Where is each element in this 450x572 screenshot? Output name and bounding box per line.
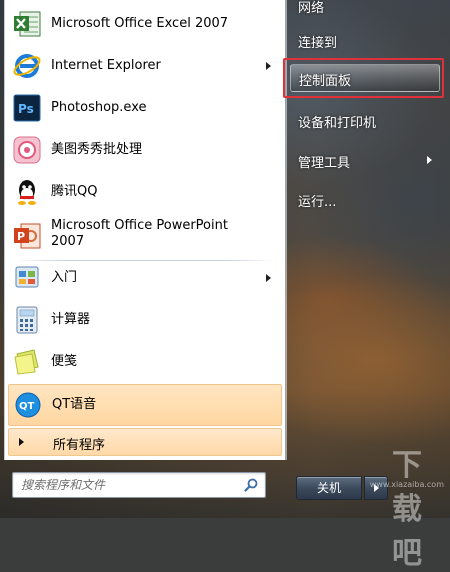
- program-label: Microsoft Office Excel 2007: [51, 16, 229, 31]
- right-item-devices-printers[interactable]: 设备和打印机: [290, 106, 440, 134]
- svg-text:P: P: [17, 230, 25, 243]
- program-label: 美图秀秀批处理: [51, 142, 143, 157]
- right-item-label: 连接到: [298, 36, 338, 51]
- right-item-admin-tools[interactable]: 管理工具: [290, 146, 440, 174]
- program-label: Photoshop.exe: [51, 100, 147, 115]
- sticky-notes-icon: [11, 346, 43, 378]
- powerpoint-icon: P: [11, 220, 43, 252]
- qt-voice-icon: QT: [12, 389, 44, 421]
- right-item-run[interactable]: 运行...: [290, 185, 440, 213]
- annotation-highlight-box: [283, 58, 444, 98]
- all-programs-button[interactable]: 所有程序: [8, 428, 282, 456]
- qq-icon: [11, 176, 43, 208]
- program-label-line1: Microsoft Office PowerPoint: [51, 218, 228, 233]
- program-photoshop[interactable]: Ps Photoshop.exe: [5, 88, 281, 128]
- search-box[interactable]: [12, 472, 266, 498]
- right-item-label: 管理工具: [298, 156, 351, 171]
- all-programs-label: 所有程序: [53, 438, 106, 453]
- watermark-url: www.xiazaiba.com: [369, 480, 444, 489]
- svg-text:Ps: Ps: [18, 102, 34, 116]
- submenu-arrow-icon[interactable]: [427, 156, 432, 164]
- program-internet-explorer[interactable]: Internet Explorer: [5, 46, 281, 86]
- calculator-icon: [11, 304, 43, 336]
- watermark: 下载吧 www.xiazaiba.com: [370, 440, 448, 571]
- shutdown-label: 关机: [316, 481, 341, 495]
- right-item-label: 运行...: [298, 195, 337, 210]
- program-sticky-notes[interactable]: 便笺: [5, 342, 281, 382]
- program-calculator[interactable]: 计算器: [5, 300, 281, 340]
- program-excel[interactable]: Microsoft Office Excel 2007: [5, 4, 281, 44]
- meitu-icon: [11, 134, 43, 166]
- program-label: 便笺: [51, 354, 78, 369]
- watermark-text: 下载吧: [392, 448, 422, 571]
- ie-icon: [11, 50, 43, 82]
- shutdown-button[interactable]: 关机: [296, 476, 362, 500]
- svg-text:QT: QT: [19, 401, 35, 412]
- search-input[interactable]: [19, 475, 235, 495]
- photoshop-icon: Ps: [11, 92, 43, 124]
- program-tencent-qq[interactable]: 腾讯QQ: [5, 172, 281, 212]
- program-label: QT语音: [52, 397, 97, 412]
- program-getting-started[interactable]: 入门: [5, 258, 281, 298]
- program-label: Internet Explorer: [51, 58, 161, 73]
- search-icon[interactable]: [243, 477, 259, 493]
- right-item-label: 设备和打印机: [298, 116, 377, 131]
- submenu-arrow-icon[interactable]: [266, 62, 271, 70]
- program-meitu-batch[interactable]: 美图秀秀批处理: [5, 130, 281, 170]
- right-item-label: 网络: [298, 1, 325, 16]
- start-menu-programs-panel: Microsoft Office Excel 2007 Internet Exp…: [4, 0, 286, 460]
- program-label: Microsoft Office PowerPoint 2007: [51, 218, 228, 250]
- right-item-connect-to[interactable]: 连接到: [290, 26, 440, 54]
- all-programs-arrow-icon: [19, 438, 24, 446]
- program-label: 腾讯QQ: [51, 184, 98, 199]
- program-qt-voice[interactable]: QT QT语音: [8, 384, 282, 426]
- right-item-network[interactable]: 网络: [290, 0, 440, 19]
- program-powerpoint[interactable]: P Microsoft Office PowerPoint 2007: [5, 214, 281, 258]
- program-label: 计算器: [51, 312, 91, 327]
- excel-icon: [11, 8, 43, 40]
- getting-started-icon: [11, 262, 43, 294]
- program-label-line2: 2007: [51, 234, 85, 249]
- program-label: 入门: [51, 270, 78, 285]
- submenu-arrow-icon[interactable]: [266, 274, 271, 282]
